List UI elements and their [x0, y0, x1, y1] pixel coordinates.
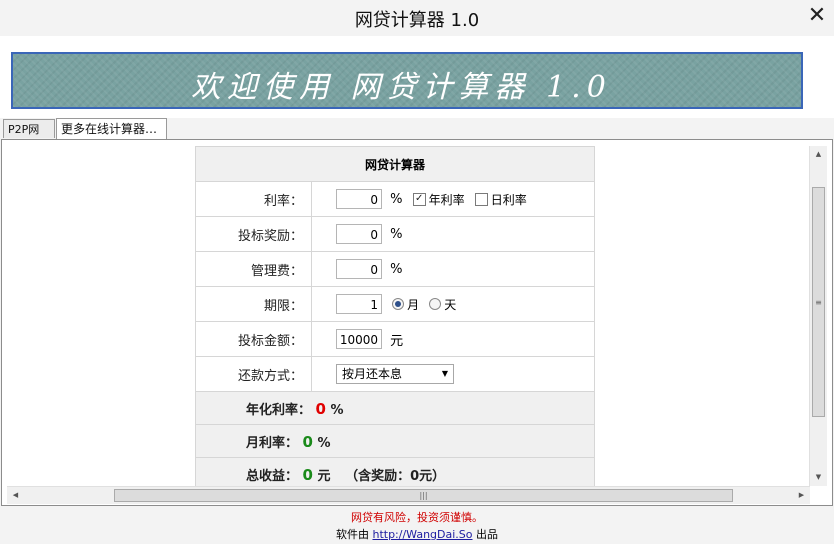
repay-row: 还款方式： 按月还本息 ▼ — [195, 356, 595, 392]
daily-rate-label: 日利率 — [490, 192, 527, 207]
total-bonus-suffix: 元） — [419, 468, 446, 484]
credit-prefix: 软件由 — [335, 528, 369, 541]
rate-unit: % — [390, 191, 403, 207]
fee-row: 管理费： 0 % — [195, 251, 595, 287]
month-radio[interactable] — [392, 298, 405, 310]
monthly-result-unit: % — [317, 435, 331, 451]
rate-input[interactable]: 0 — [336, 189, 382, 209]
tab-p2p[interactable]: P2P网贷 — [3, 119, 55, 155]
annual-result-value: 0 — [315, 399, 326, 418]
risk-warning: 网贷有风险，投资须谨慎。 — [351, 511, 483, 524]
tab-strip: P2P网贷 更多在线计算器… — [0, 118, 834, 155]
scroll-down-icon[interactable]: ▼ — [810, 469, 827, 486]
total-bonus-prefix: （含奖励： — [345, 468, 411, 484]
daily-rate-checkbox[interactable] — [474, 192, 488, 206]
scroll-right-icon[interactable]: ▶ — [793, 487, 810, 504]
scroll-left-icon[interactable]: ◀ — [7, 487, 24, 504]
monthly-result-value: 0 — [302, 432, 313, 451]
repay-method-select[interactable]: 按月还本息 ▼ — [336, 364, 454, 384]
annual-rate-checkbox[interactable]: ✓ — [412, 192, 426, 206]
bonus-row: 投标奖励： 0 % — [195, 216, 595, 252]
term-label: 期限： — [195, 286, 312, 322]
annual-result-unit: % — [330, 402, 344, 418]
horizontal-scrollbar[interactable]: ◀ ||| ▶ — [7, 486, 810, 504]
credit-link[interactable]: http://WangDai.So — [372, 528, 472, 541]
day-radio[interactable] — [429, 298, 442, 310]
annual-rate-label: 年利率 — [428, 192, 465, 207]
amount-label: 投标金额： — [195, 321, 312, 357]
day-label: 天 — [444, 297, 457, 312]
welcome-banner: 欢迎使用 网贷计算器 1.0 — [11, 52, 803, 109]
banner-text: 欢迎使用 网贷计算器 1.0 — [191, 70, 612, 105]
fee-label: 管理费： — [195, 251, 312, 287]
calculator-table: 网贷计算器 利率： 0 % ✓ 年利率 日利率 投标奖励： 0 % 管理费： 0 … — [195, 146, 595, 491]
month-label: 月 — [407, 297, 420, 312]
annual-result-label: 年化利率： — [246, 402, 312, 418]
total-bonus-value: 0 — [410, 468, 420, 484]
monthly-result-label: 月利率： — [246, 435, 299, 451]
close-icon[interactable]: ✕ — [806, 4, 828, 28]
scroll-up-icon[interactable]: ▲ — [810, 146, 827, 163]
amount-input[interactable]: 10000 — [336, 329, 382, 349]
window-title: 网贷计算器 1.0 — [354, 10, 480, 31]
fee-unit: % — [390, 261, 403, 277]
bonus-unit: % — [390, 226, 403, 242]
total-result-label: 总收益： — [246, 468, 299, 484]
monthly-result-row: 月利率： 0 % — [195, 424, 595, 458]
credit-suffix: 出品 — [476, 528, 499, 541]
term-input[interactable]: 1 — [336, 294, 382, 314]
calculator-title: 网贷计算器 — [195, 146, 595, 182]
amount-row: 投标金额： 10000 元 — [195, 321, 595, 357]
annual-result-row: 年化利率： 0 % — [195, 391, 595, 425]
term-row: 期限： 1 月 天 — [195, 286, 595, 322]
credit-line: 软件由 http://WangDai.So 出品 — [0, 526, 834, 542]
repay-method-value: 按月还本息 — [342, 367, 403, 381]
fee-input[interactable]: 0 — [336, 259, 382, 279]
rate-label: 利率： — [195, 181, 312, 217]
rate-row: 利率： 0 % ✓ 年利率 日利率 — [195, 181, 595, 217]
repay-label: 还款方式： — [195, 356, 312, 392]
vertical-scrollbar[interactable]: ▲ ≡ ▼ — [809, 146, 827, 486]
tab-more-calculators[interactable]: 更多在线计算器… — [56, 118, 167, 140]
horizontal-scroll-thumb[interactable]: ||| — [114, 489, 733, 502]
dropdown-arrow-icon: ▼ — [441, 369, 448, 378]
title-bar: 网贷计算器 1.0 ✕ — [0, 0, 834, 36]
amount-unit: 元 — [390, 333, 404, 349]
vertical-scroll-thumb[interactable]: ≡ — [812, 187, 825, 417]
total-result-unit: 元 — [317, 468, 331, 484]
bonus-input[interactable]: 0 — [336, 224, 382, 244]
total-result-value: 0 — [302, 465, 313, 484]
bonus-label: 投标奖励： — [195, 216, 312, 252]
